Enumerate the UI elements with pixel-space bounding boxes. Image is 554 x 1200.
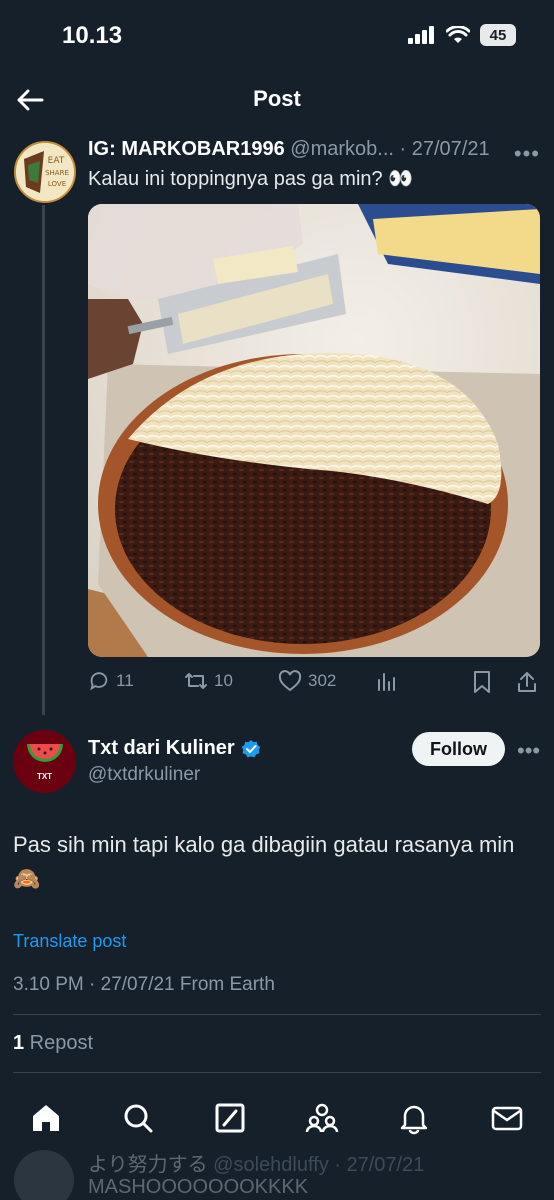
- quoted-tweet-text: Kalau ini toppingnya pas ga min? 👀: [88, 168, 414, 190]
- tweet-text: Pas sih min tapi kalo ga dibagiin gatau …: [13, 832, 515, 891]
- markobar-logo-icon: EAT SHARE LOVE: [16, 143, 74, 201]
- quoted-tweet-actions: 11 10 302: [88, 670, 540, 696]
- next-tweet-preview[interactable]: より努力する @solehdluffy · 27/07/21 MASHOOOOO…: [0, 1140, 554, 1200]
- svg-text:EAT: EAT: [48, 156, 65, 166]
- communities-icon[interactable]: [305, 1101, 339, 1135]
- repost-summary[interactable]: 1 Repost: [13, 1032, 93, 1055]
- quoted-date: · 27/07/21: [399, 138, 490, 160]
- repost-icon: [185, 673, 207, 689]
- repost-count: 10: [214, 671, 233, 690]
- next-author-handle: @solehdluffy · 27/07/21: [213, 1154, 425, 1176]
- reply-icon: [90, 672, 108, 691]
- follow-button[interactable]: Follow: [412, 732, 505, 766]
- divider: [13, 1072, 541, 1073]
- signal-icon: [408, 26, 434, 44]
- quoted-author-handle[interactable]: @markob...: [290, 138, 394, 160]
- repost-count-total: 1: [13, 1032, 25, 1054]
- share-button[interactable]: [516, 670, 538, 694]
- reply-count: 11: [116, 671, 134, 690]
- messages-icon[interactable]: [490, 1101, 524, 1135]
- next-tweet-text: MASHOOOOOOOKKKK: [88, 1176, 309, 1198]
- tweet-photo[interactable]: [88, 204, 540, 657]
- search-icon[interactable]: [121, 1101, 155, 1135]
- share-icon: [518, 672, 536, 692]
- battery-indicator: 45: [480, 24, 516, 46]
- author-name-row[interactable]: Txt dari Kuliner: [88, 737, 261, 760]
- status-icons: 45: [408, 24, 516, 46]
- quoted-author-name[interactable]: IG: MARKOBAR1996: [88, 138, 285, 160]
- more-options-icon[interactable]: •••: [514, 141, 540, 167]
- home-icon[interactable]: [29, 1101, 63, 1135]
- bottom-nav: [0, 1088, 554, 1148]
- divider: [13, 1014, 541, 1015]
- stats-button[interactable]: [376, 670, 398, 692]
- stats-icon: [378, 673, 395, 691]
- more-options-icon[interactable]: •••: [517, 738, 540, 764]
- tweet-meta: 3.10 PM · 27/07/21 From Earth: [13, 974, 275, 995]
- thread-line: [42, 205, 45, 715]
- status-time: 10.13: [62, 22, 123, 49]
- avatar[interactable]: TXT: [13, 730, 76, 793]
- next-tweet-header: より努力する @solehdluffy · 27/07/21: [88, 1148, 424, 1177]
- next-author-name: より努力する: [88, 1154, 208, 1176]
- post-header: Post: [0, 72, 554, 128]
- bookmark-button[interactable]: [472, 670, 492, 694]
- verified-icon: [241, 739, 260, 757]
- watermelon-icon: [26, 744, 63, 762]
- translate-link[interactable]: Translate post: [13, 931, 126, 952]
- avatar[interactable]: EAT SHARE LOVE: [14, 141, 76, 203]
- author-name[interactable]: Txt dari Kuliner: [88, 737, 235, 760]
- like-count: 302: [308, 671, 337, 690]
- grok-icon[interactable]: [213, 1101, 247, 1135]
- svg-text:SHARE: SHARE: [45, 169, 69, 177]
- svg-text:LOVE: LOVE: [48, 180, 66, 188]
- repost-label: Repost: [24, 1032, 94, 1054]
- author-handle[interactable]: @txtdrkuliner: [88, 764, 200, 786]
- status-bar: 10.13 45: [0, 0, 554, 70]
- repost-button[interactable]: 10: [184, 670, 233, 692]
- notifications-icon[interactable]: [397, 1101, 431, 1135]
- bookmark-icon: [474, 671, 490, 693]
- avatar-label: TXT: [36, 772, 53, 781]
- page-title: Post: [253, 86, 301, 111]
- quoted-tweet-header: IG: MARKOBAR1996 @markob... · 27/07/21: [88, 138, 538, 164]
- like-icon: [278, 670, 302, 692]
- reply-button[interactable]: 11: [88, 670, 134, 692]
- like-button[interactable]: 302: [278, 670, 336, 692]
- avatar: [14, 1150, 74, 1200]
- wifi-icon: [446, 26, 470, 43]
